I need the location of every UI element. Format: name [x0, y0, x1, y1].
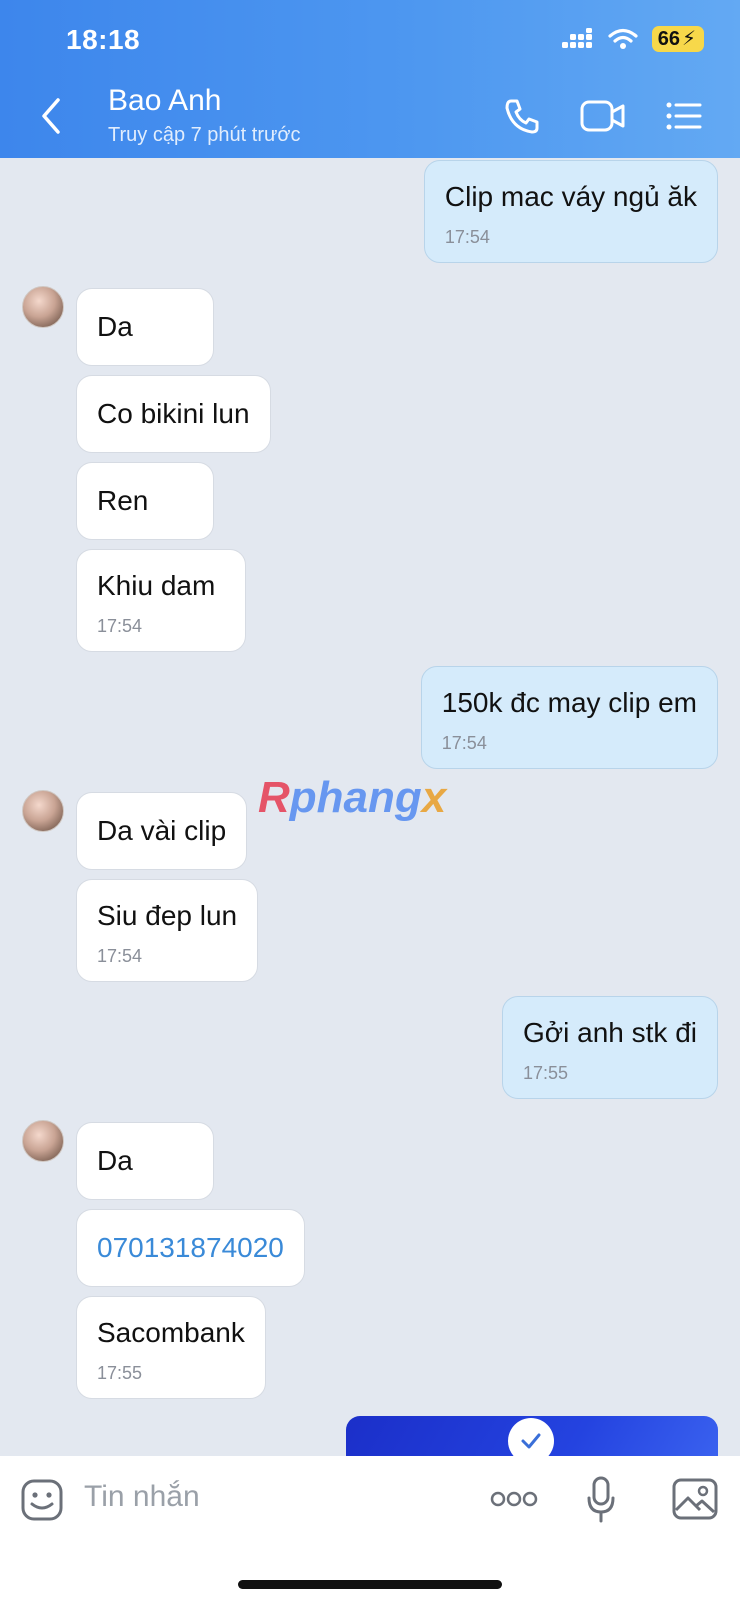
status-time: 18:18 [66, 24, 141, 55]
message-text: Da [97, 1145, 133, 1176]
message-list[interactable]: Clip mac váy ngủ ăk 17:54 Da Co bikini l… [0, 158, 740, 1456]
home-indicator[interactable] [238, 1580, 502, 1589]
selection-check[interactable] [508, 1418, 554, 1456]
message-bubble-incoming[interactable]: Ren [76, 462, 214, 540]
message-bubble-incoming[interactable]: Khiu dam 17:54 [76, 549, 246, 652]
more-dots-icon[interactable] [490, 1490, 538, 1508]
message-text: Sacombank [97, 1317, 245, 1348]
composer-bar: Tin nhắn [0, 1456, 740, 1600]
message-text: Da [97, 311, 133, 342]
message-bubble-outgoing[interactable]: Clip mac váy ngủ ăk 17:54 [423, 160, 718, 263]
watermark-logo: Rphangx [258, 773, 447, 822]
image-gallery-icon[interactable] [672, 1478, 718, 1520]
contact-name[interactable]: Bao Anh [108, 84, 221, 118]
avatar[interactable] [22, 286, 64, 328]
message-bubble-incoming[interactable]: Da vài clip [76, 792, 248, 870]
avatar[interactable] [22, 790, 64, 832]
message-text: Ren [97, 485, 149, 516]
account-number-link[interactable]: 070131874020 [97, 1232, 284, 1264]
message-text: Siu đep lun [97, 900, 238, 931]
message-bubble-outgoing[interactable]: 150k đc may clip em 17:54 [420, 666, 718, 769]
battery-level: 66 [657, 28, 680, 50]
message-time: 17:55 [97, 1363, 143, 1383]
charging-bolt-icon: ⚡ [681, 28, 696, 50]
message-text: Gởi anh stk đi [523, 1017, 697, 1048]
signal-icon [561, 28, 592, 48]
chat-header: 18:18 66 ⚡ Bao Anh Truy cập 7 phút trước [0, 0, 740, 158]
last-seen-status: Truy cập 7 phút trước [108, 124, 301, 146]
message-time: 17:55 [523, 1063, 569, 1083]
message-text: 150k đc may clip em [441, 687, 697, 718]
status-icons: 66 ⚡ [561, 26, 704, 52]
battery-indicator: 66 ⚡ [651, 26, 704, 52]
message-bubble-outgoing[interactable]: Gởi anh stk đi 17:55 [502, 996, 718, 1099]
check-icon [521, 1433, 541, 1449]
sticker-smile-icon[interactable] [20, 1478, 64, 1522]
message-bubble-incoming[interactable]: Co bikini lun [76, 375, 271, 453]
wifi-icon [608, 28, 638, 49]
message-bubble-incoming[interactable]: Siu đep lun 17:54 [76, 879, 259, 982]
message-time: 17:54 [97, 946, 143, 966]
message-text: Clip mac váy ngủ ăk [444, 181, 697, 212]
message-bubble-incoming[interactable]: Da [76, 1122, 214, 1200]
message-time: 17:54 [444, 227, 490, 247]
chevron-left-icon[interactable] [36, 96, 66, 136]
message-bubble-incoming[interactable]: Da [76, 288, 214, 366]
message-time: 17:54 [97, 616, 143, 636]
message-input[interactable]: Tin nhắn [84, 1480, 200, 1514]
message-text: Khiu dam [97, 570, 216, 601]
message-bubble-incoming[interactable]: 070131874020 [76, 1209, 305, 1287]
video-camera-icon[interactable] [580, 96, 626, 136]
phone-icon[interactable] [502, 96, 542, 136]
message-time: 17:54 [441, 733, 487, 753]
message-text: Da vài clip [97, 815, 227, 846]
avatar[interactable] [22, 1120, 64, 1162]
microphone-icon[interactable] [586, 1476, 616, 1524]
message-bubble-incoming[interactable]: Sacombank 17:55 [76, 1296, 266, 1399]
message-text: Co bikini lun [97, 398, 250, 429]
list-menu-icon[interactable] [664, 96, 704, 136]
